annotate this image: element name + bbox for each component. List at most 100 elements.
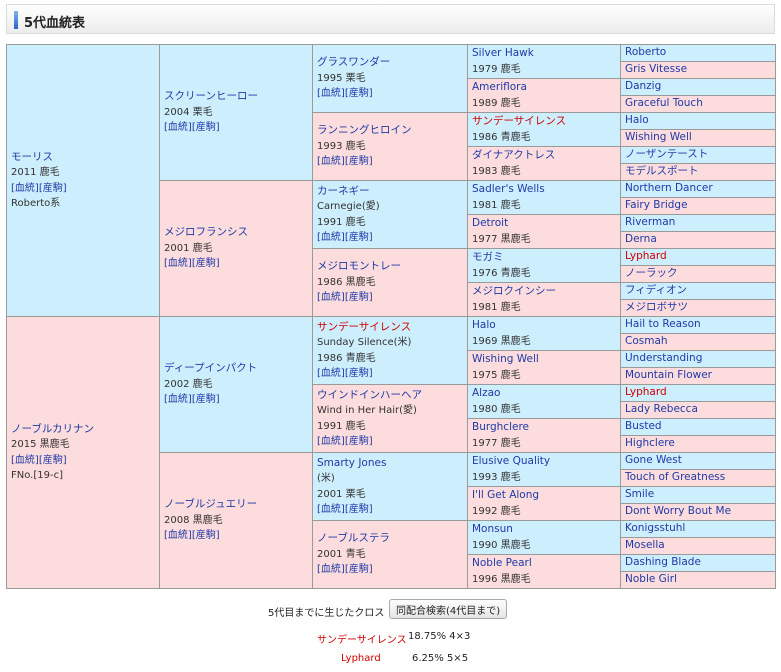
horse-name-link[interactable]: Gone West	[625, 454, 682, 466]
pedigree-links: [血統][産駒]	[11, 181, 159, 197]
horse-name-link[interactable]: Touch of Greatness	[625, 471, 725, 483]
pedigree-link[interactable]: [血統]	[317, 232, 345, 243]
horse-name-link[interactable]: Hail to Reason	[625, 318, 701, 330]
horse-name-link[interactable]: Elusive Quality	[472, 455, 550, 467]
horse-name-link[interactable]: メジロモントレー	[317, 260, 401, 272]
foals-link[interactable]: [産駒]	[39, 183, 67, 194]
horse-name-link[interactable]: Dashing Blade	[625, 556, 701, 568]
horse-name-link[interactable]: Wishing Well	[625, 131, 692, 143]
pedigree-link[interactable]: [血統]	[317, 504, 345, 515]
horse-year: 1975 鹿毛	[472, 369, 521, 381]
horse-name-link[interactable]: モガミ	[472, 251, 504, 263]
pedigree-link[interactable]: [血統]	[317, 156, 345, 167]
horse-year: 1969 黒鹿毛	[472, 335, 531, 347]
foals-link[interactable]: [産駒]	[192, 258, 220, 269]
horse-name-link[interactable]: メジロフランシス	[164, 226, 248, 238]
horse-name-link[interactable]: メジロクインシー	[472, 285, 556, 297]
horse-name-link[interactable]: カーネギー	[317, 185, 370, 197]
horse-name-link[interactable]: Sadler's Wells	[472, 183, 545, 195]
horse-name-link[interactable]: ノーラック	[625, 267, 678, 279]
horse-name-link[interactable]: サンデーサイレンス	[472, 115, 566, 127]
horse-name-link[interactable]: Northern Dancer	[625, 182, 713, 194]
pedigree-link[interactable]: [血統]	[317, 292, 345, 303]
horse-name-link[interactable]: Konigsstuhl	[625, 522, 685, 534]
foals-link[interactable]: [産駒]	[192, 530, 220, 541]
horse-name-link[interactable]: Noble Pearl	[472, 557, 532, 569]
horse-name-link[interactable]: ダイナアクトレス	[472, 149, 555, 161]
pedigree-link[interactable]: [血統]	[164, 394, 192, 405]
horse-name-link[interactable]: ノーブルジュエリー	[164, 498, 257, 510]
horse-name-link[interactable]: Smarty Jones	[317, 457, 386, 469]
foals-link[interactable]: [産駒]	[345, 232, 373, 243]
horse-name-link[interactable]: Mountain Flower	[625, 369, 712, 381]
horse-name-link[interactable]: Lyphard	[625, 250, 667, 262]
horse-name-link[interactable]: Graceful Touch	[625, 97, 703, 109]
horse-name-link[interactable]: Burghclere	[472, 421, 529, 433]
horse-name-link[interactable]: Ameriflora	[472, 81, 527, 93]
horse-name-link[interactable]: サンデーサイレンス	[317, 321, 411, 333]
foals-link[interactable]: [産駒]	[39, 455, 67, 466]
gen5-cell: Dashing Blade	[620, 554, 776, 572]
foals-link[interactable]: [産駒]	[345, 292, 373, 303]
horse-name-link[interactable]: Monsun	[472, 523, 513, 535]
pedigree-link[interactable]: [血統]	[164, 530, 192, 541]
horse-name-link[interactable]: Busted	[625, 420, 662, 432]
foals-link[interactable]: [産駒]	[345, 88, 373, 99]
horse-name-link[interactable]: Lady Rebecca	[625, 403, 698, 415]
pedigree-link[interactable]: [血統]	[11, 183, 39, 194]
horse-name-link[interactable]: Cosmah	[625, 335, 668, 347]
horse-name-link[interactable]: Noble Girl	[625, 573, 677, 585]
pedigree-link[interactable]: [血統]	[317, 88, 345, 99]
horse-name-link[interactable]: ノーブルステラ	[317, 532, 390, 544]
horse-name-link[interactable]: フィディオン	[625, 284, 687, 296]
pedigree-link[interactable]: [血統]	[317, 368, 345, 379]
horse-name-link[interactable]: Danzig	[625, 80, 661, 92]
horse-name-link[interactable]: Gris Vitesse	[625, 63, 687, 75]
horse-name-link[interactable]: モデルスポート	[625, 165, 699, 177]
horse-name-link[interactable]: Dont Worry Bout Me	[625, 505, 731, 517]
horse-name-link[interactable]: Wishing Well	[472, 353, 539, 365]
horse-name-link[interactable]: メジロボサツ	[625, 301, 688, 313]
foals-link[interactable]: [産駒]	[192, 394, 220, 405]
pedigree-link[interactable]: [血統]	[317, 564, 345, 575]
gen3-cell: カーネギー Carnegie(愛) 1991 鹿毛 [血統][産駒]	[312, 180, 468, 249]
cross-horse-link[interactable]: サンデーサイレンス	[317, 631, 407, 646]
horse-name-link[interactable]: モーリス	[11, 151, 53, 163]
horse-name-link[interactable]: ノーザンテースト	[625, 148, 708, 160]
horse-name-link[interactable]: ノーブルカリナン	[11, 423, 94, 435]
horse-name-link[interactable]: Highclere	[625, 437, 675, 449]
foals-link[interactable]: [産駒]	[345, 436, 373, 447]
horse-name-link[interactable]: Halo	[625, 114, 649, 126]
horse-year: 1977 鹿毛	[472, 437, 521, 449]
horse-name-link[interactable]: Smile	[625, 488, 654, 500]
horse-name-link[interactable]: Riverman	[625, 216, 675, 228]
horse-name-link[interactable]: Derna	[625, 233, 657, 245]
horse-name-link[interactable]: Alzao	[472, 387, 500, 399]
foals-link[interactable]: [産駒]	[345, 564, 373, 575]
horse-name-link[interactable]: Roberto	[625, 46, 666, 58]
horse-name-link[interactable]: I'll Get Along	[472, 489, 539, 501]
pedigree-link[interactable]: [血統]	[164, 258, 192, 269]
gen5-cell: Danzig	[620, 78, 776, 96]
pedigree-link[interactable]: [血統]	[11, 455, 39, 466]
pedigree-link[interactable]: [血統]	[164, 122, 192, 133]
horse-name-link[interactable]: Fairy Bridge	[625, 199, 688, 211]
horse-name-link[interactable]: スクリーンヒーロー	[164, 90, 258, 102]
foals-link[interactable]: [産駒]	[345, 504, 373, 515]
horse-name-link[interactable]: ランニングヒロイン	[317, 124, 412, 136]
foals-link[interactable]: [産駒]	[345, 156, 373, 167]
horse-name-link[interactable]: ディープインパクト	[164, 362, 257, 374]
horse-name-link[interactable]: グラスワンダー	[317, 56, 390, 68]
same-mating-search-button[interactable]: 同配合検索(4代目まで)	[389, 599, 508, 619]
horse-name-link[interactable]: Understanding	[625, 352, 702, 364]
horse-name-link[interactable]: Lyphard	[625, 386, 667, 398]
cross-horse-link[interactable]: Lyphard	[341, 653, 381, 664]
horse-name-link[interactable]: Detroit	[472, 217, 508, 229]
foals-link[interactable]: [産駒]	[345, 368, 373, 379]
horse-name-link[interactable]: Mosella	[625, 539, 665, 551]
horse-name-link[interactable]: Silver Hawk	[472, 47, 534, 59]
foals-link[interactable]: [産駒]	[192, 122, 220, 133]
horse-name-link[interactable]: Halo	[472, 319, 496, 331]
horse-name-link[interactable]: ウインドインハーヘア	[317, 389, 422, 401]
pedigree-link[interactable]: [血統]	[317, 436, 345, 447]
